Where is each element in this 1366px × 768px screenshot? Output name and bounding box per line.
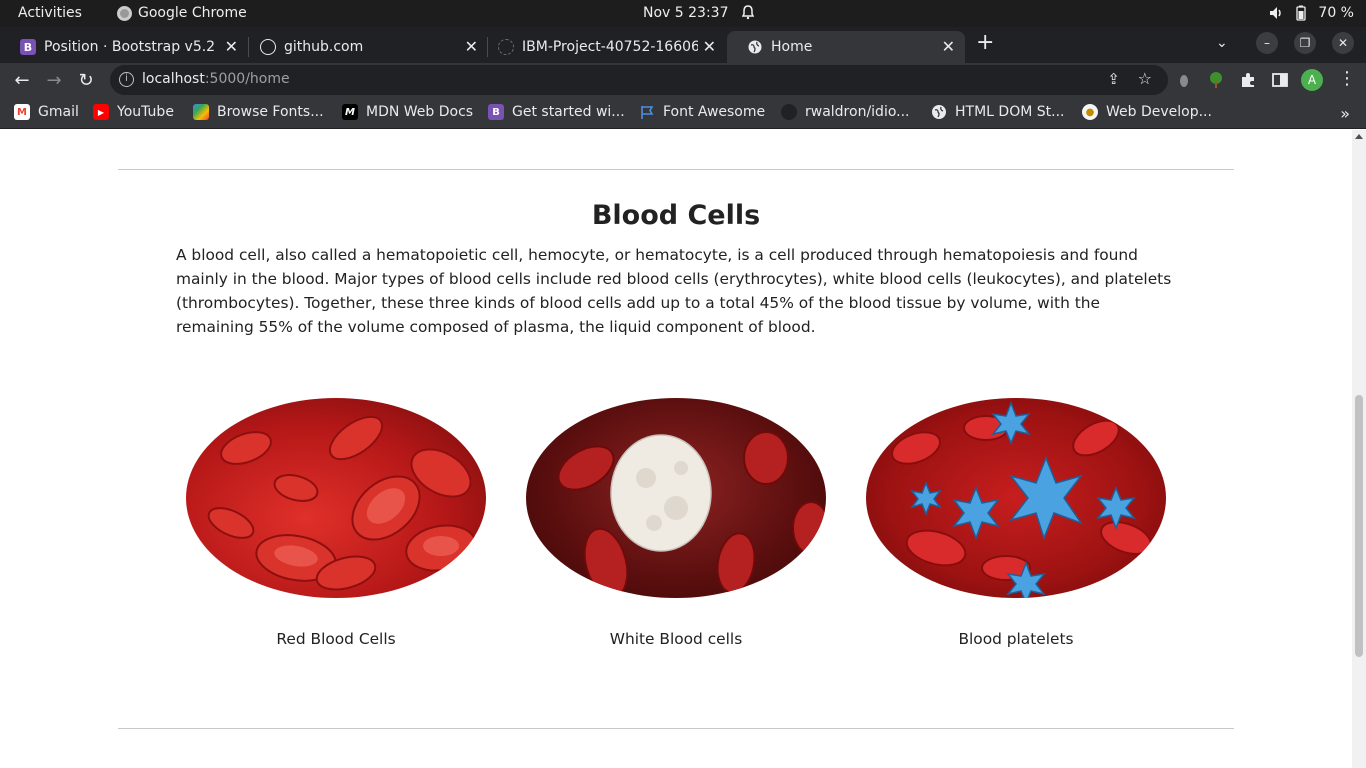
tab-title: Home xyxy=(771,39,813,55)
card-caption: Blood platelets xyxy=(958,630,1074,648)
card-blood-platelets: Blood platelets xyxy=(866,398,1166,648)
white-blood-cells-image xyxy=(526,398,826,598)
app-menu[interactable]: Google Chrome xyxy=(117,5,247,21)
bookmark-web-develop[interactable]: ● Web Develop... xyxy=(1082,104,1212,120)
new-tab-button[interactable]: + xyxy=(976,30,994,55)
more-bookmarks-chevron-icon[interactable]: » xyxy=(1340,104,1350,123)
browser-toolbar: ← → ↻ i localhost:5000/home ⇪ ☆ A ⋮ xyxy=(0,63,1366,97)
window-controls: – ❐ ✕ xyxy=(1256,32,1354,54)
bookmark-label: Font Awesome xyxy=(663,104,766,120)
scroll-up-arrow-icon[interactable] xyxy=(1355,134,1363,139)
tab-bootstrap-position[interactable]: B Position · Bootstrap v5.2 ✕ xyxy=(0,31,248,63)
back-button[interactable]: ← xyxy=(12,70,32,91)
tab-title: IBM-Project-40752-166063 xyxy=(522,39,698,55)
tab-title: Position · Bootstrap v5.2 xyxy=(44,39,216,55)
tab-strip: B Position · Bootstrap v5.2 ✕ github.com… xyxy=(0,27,1366,63)
github-icon xyxy=(260,39,276,55)
clock[interactable]: Nov 5 23:37 xyxy=(643,5,728,21)
tab-home[interactable]: Home ✕ xyxy=(727,31,965,63)
bookmark-get-started[interactable]: B Get started wi... xyxy=(488,104,625,120)
bookmark-browse-fonts[interactable]: Browse Fonts... xyxy=(193,104,324,120)
mdn-icon: M xyxy=(342,104,358,120)
bookmark-label: Browse Fonts... xyxy=(217,104,324,120)
flag-icon xyxy=(641,106,654,119)
bookmark-mdn[interactable]: M MDN Web Docs xyxy=(342,104,473,120)
site-info-icon[interactable]: i xyxy=(119,72,134,87)
tab-title: github.com xyxy=(284,39,364,55)
tab-github[interactable]: github.com ✕ xyxy=(240,31,488,63)
divider-top xyxy=(118,169,1234,170)
minimize-button[interactable]: – xyxy=(1256,32,1278,54)
url-host: localhost xyxy=(142,71,205,87)
tab-ibm-project[interactable]: IBM-Project-40752-166063 ✕ xyxy=(478,31,726,63)
chrome-icon xyxy=(117,5,132,21)
red-blood-cells-image xyxy=(186,398,486,598)
close-icon[interactable]: ✕ xyxy=(465,37,478,56)
bookmark-html-dom[interactable]: HTML DOM St... xyxy=(931,104,1064,120)
bookmark-label: Get started wi... xyxy=(512,104,625,120)
volume-icon xyxy=(1270,7,1282,19)
close-icon[interactable]: ✕ xyxy=(703,37,716,56)
blood-platelets-image xyxy=(866,398,1166,598)
menu-kebab-icon[interactable]: ⋮ xyxy=(1338,68,1356,89)
card-caption: Red Blood Cells xyxy=(276,630,396,648)
bookmark-label: MDN Web Docs xyxy=(366,104,474,120)
bookmark-font-awesome[interactable]: Font Awesome xyxy=(639,104,765,120)
close-icon[interactable]: ✕ xyxy=(225,37,238,56)
restore-button[interactable]: ❐ xyxy=(1294,32,1316,54)
bootstrap-icon: B xyxy=(20,39,36,55)
card-white-blood-cells: White Blood cells xyxy=(526,398,826,648)
bookmark-label: rwaldron/idio... xyxy=(805,104,910,120)
gmail-icon: M xyxy=(14,104,30,120)
reload-button[interactable]: ↻ xyxy=(76,70,96,91)
page-scrollbar[interactable] xyxy=(1352,130,1366,768)
profile-avatar[interactable]: A xyxy=(1301,69,1323,91)
scrollbar-thumb[interactable] xyxy=(1355,395,1363,657)
bootstrap-icon: B xyxy=(488,104,504,120)
battery-icon xyxy=(1296,5,1307,21)
bookmark-label: Gmail xyxy=(38,104,79,120)
divider-bottom xyxy=(118,728,1234,729)
side-panel-icon[interactable] xyxy=(1271,71,1289,89)
system-tray[interactable]: 70 % xyxy=(1268,5,1354,21)
bookmark-youtube[interactable]: ▶ YouTube xyxy=(93,104,174,120)
web-dev-icon: ● xyxy=(1082,104,1098,120)
youtube-icon: ▶ xyxy=(93,104,109,120)
loading-icon xyxy=(498,39,514,55)
tree-extension-icon[interactable] xyxy=(1207,71,1225,89)
google-fonts-icon xyxy=(193,104,209,120)
globe-icon xyxy=(932,105,946,119)
page-heading: Blood Cells xyxy=(591,200,761,231)
forward-button[interactable]: → xyxy=(44,70,64,91)
address-bar[interactable]: i localhost:5000/home ⇪ ☆ xyxy=(110,65,1168,95)
bookmark-label: Web Develop... xyxy=(1106,104,1212,120)
bookmark-gmail[interactable]: M Gmail xyxy=(14,104,79,120)
extension-icon[interactable] xyxy=(1175,71,1193,89)
bell-icon xyxy=(741,5,755,20)
bookmark-rwaldron[interactable]: rwaldron/idio... xyxy=(781,104,910,120)
bookmarks-bar: M Gmail ▶ YouTube Browse Fonts... M MDN … xyxy=(0,97,1366,129)
github-icon xyxy=(781,104,797,120)
page-viewport: Blood Cells A blood cell, also called a … xyxy=(0,130,1352,768)
system-top-bar: Activities Google Chrome Nov 5 23:37 70 … xyxy=(0,0,1366,27)
share-icon[interactable]: ⇪ xyxy=(1107,70,1120,88)
globe-icon xyxy=(747,39,763,55)
close-window-button[interactable]: ✕ xyxy=(1332,32,1354,54)
battery-percent: 70 % xyxy=(1318,5,1354,21)
tab-search-chevron-icon[interactable]: ⌄ xyxy=(1216,35,1228,51)
bookmark-label: HTML DOM St... xyxy=(955,104,1065,120)
bookmark-label: YouTube xyxy=(117,104,174,120)
puzzle-icon[interactable] xyxy=(1239,71,1257,89)
card-red-blood-cells: Red Blood Cells xyxy=(186,398,486,648)
url-text[interactable]: localhost:5000/home xyxy=(142,71,290,87)
intro-paragraph: A blood cell, also called a hematopoieti… xyxy=(176,246,1172,336)
url-path: :5000/home xyxy=(204,71,290,87)
close-icon[interactable]: ✕ xyxy=(942,37,955,56)
app-name: Google Chrome xyxy=(138,5,247,21)
card-caption: White Blood cells xyxy=(609,630,743,648)
bookmark-star-icon[interactable]: ☆ xyxy=(1138,69,1152,88)
activities-button[interactable]: Activities xyxy=(18,5,82,21)
